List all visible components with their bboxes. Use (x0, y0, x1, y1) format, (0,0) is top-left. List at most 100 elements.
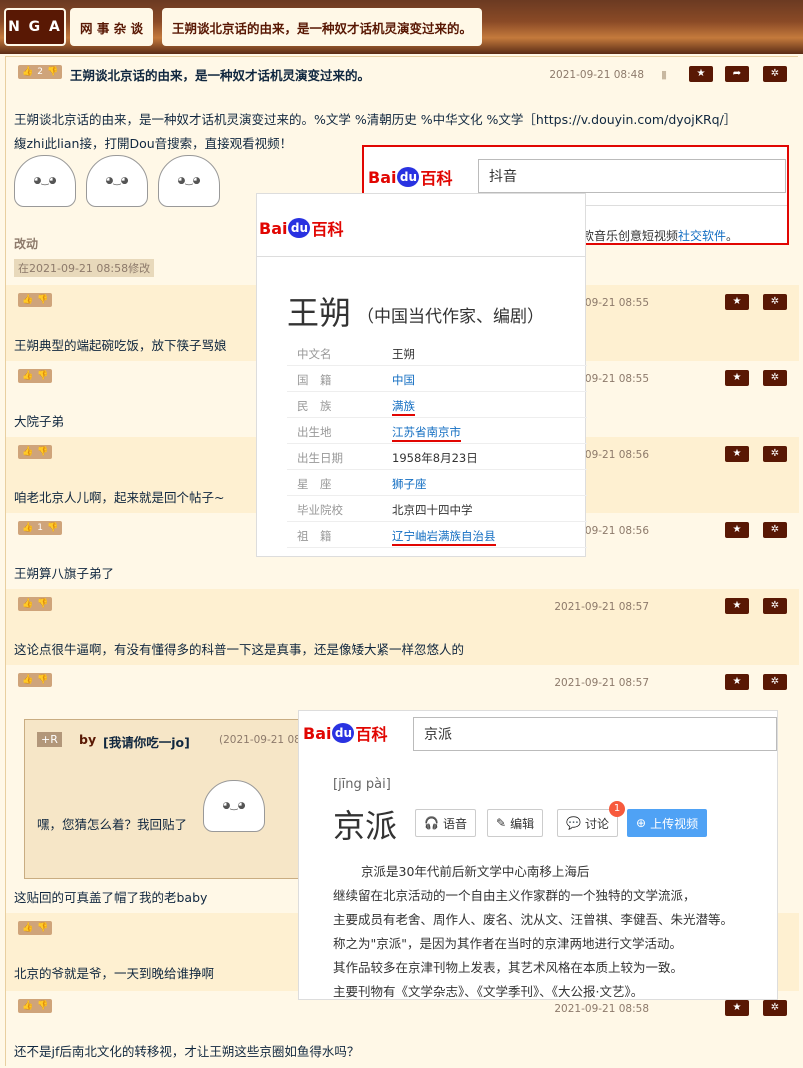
reply-text: 王朔典型的端起碗吃饭，放下筷子骂娘 (14, 338, 227, 353)
breadcrumb-topic[interactable]: 王朔谈北京话的由来，是一种奴才话机灵演变过来的。 (162, 8, 483, 46)
post-body-line1: 王朔谈北京话的由来，是一种奴才话机灵演变过来的。%文学 %清朝历史 %中华文化 … (14, 112, 737, 127)
star-button[interactable]: ★ (725, 674, 749, 690)
thumbs-up-icon[interactable]: 👍 (22, 999, 33, 1013)
vote-box[interactable]: 👍 👎 (18, 293, 53, 307)
baidu-logo: Bai du 百科 (303, 721, 388, 745)
summary-line: 主要成员有老舍、周作人、废名、沈从文、汪曾祺、李健吾、朱光潜等。 (333, 912, 734, 927)
thumbs-up-icon[interactable]: 👍 (22, 921, 33, 935)
upload-video-button[interactable]: ⊕ 上传视频 (627, 809, 708, 837)
thumbs-up-icon[interactable]: 👍 (22, 369, 33, 383)
edit-label: 改动 (14, 237, 39, 251)
baidu-logo-text: Bai (303, 723, 332, 743)
info-key: 祖 籍 (297, 529, 332, 543)
star-button[interactable]: ★ (725, 294, 749, 310)
thumbs-down-icon[interactable]: 👎 (47, 65, 58, 79)
quote-user[interactable]: [我请你吃一jo] (103, 732, 190, 751)
settings-button[interactable]: ✲ (763, 522, 787, 538)
share-button[interactable]: ➦ (725, 66, 749, 82)
vote-box[interactable]: 👍 👎 (18, 999, 53, 1013)
settings-button[interactable]: ✲ (763, 598, 787, 614)
thumbs-down-icon[interactable]: 👎 (37, 597, 48, 611)
nga-logo[interactable]: N G A (4, 8, 66, 46)
thumbs-up-icon[interactable]: 👍 (22, 521, 33, 535)
thumbs-up-icon[interactable]: 👍 (22, 597, 33, 611)
vote-box[interactable]: 👍 1 👎 (18, 521, 63, 535)
vote-box[interactable]: 👍 👎 (18, 445, 53, 459)
reply-text: 这贴回的可真盖了帽了我的老baby (14, 890, 208, 905)
thumbs-down-icon[interactable]: 👎 (37, 293, 48, 307)
paw-icon: du (332, 723, 355, 743)
snippet-link[interactable]: 社交软件 (678, 229, 726, 243)
info-value[interactable]: 江苏省南京市 (392, 424, 461, 442)
plus-circle-icon: ⊕ (636, 816, 647, 830)
info-value[interactable]: 中国 (392, 372, 415, 388)
reply-text: 还不是jf后南北文化的转移视，才让王朔这些京圈如鱼得水吗？ (14, 1044, 360, 1059)
star-button[interactable]: ★ (725, 1000, 749, 1016)
star-button[interactable]: ★ (725, 446, 749, 462)
thumbs-up-icon[interactable]: 👍 (22, 65, 33, 79)
summary-line: 称之为"京派"，是因为其作者在当时的京津两地进行文学活动。 (333, 936, 683, 951)
sticker-image: ◕‿◕ (86, 155, 148, 207)
reply-text: 王朔算八旗子弟了 (14, 566, 115, 581)
thumbs-up-icon[interactable]: 👍 (22, 445, 33, 459)
settings-button[interactable]: ✲ (763, 66, 787, 82)
baidu-wangshuo-screenshot: Bai du 百科 王朔 （中国当代作家、编剧） 中文名 王朔 国 籍 中国 民 族 满族… (256, 193, 587, 557)
top-banner: N G A 网 事 杂 谈 王朔谈北京话的由来，是一种奴才话机灵演变过来的。 (0, 0, 803, 54)
info-value[interactable]: 满族 (392, 398, 415, 416)
reply-text: 北京的爷就是爷，一天到晚给谁挣啊 (14, 966, 215, 981)
upload-label: 上传视频 (650, 816, 699, 831)
info-row: 毕业院校 北京四十四中学 (287, 496, 587, 522)
voice-label: 语音 (442, 816, 467, 831)
vote-box[interactable]: 👍 👎 (18, 673, 53, 687)
quote-block: +R by [我请你吃一jo] (2021-09-21 08 嘿，您猜怎么着？我… (24, 719, 324, 879)
reply-date: 2021-09-21 08:57 (554, 677, 649, 689)
quote-date: (2021-09-21 08 (219, 734, 301, 746)
reply-date: 2021-09-21 08:57 (554, 601, 649, 613)
search-input[interactable]: 抖音 (478, 159, 786, 193)
summary-line: 京派是30年代前后新文学中心南移上海后 (361, 864, 590, 879)
post-title: 王朔谈北京话的由来，是一种奴才话机灵演变过来的。 (70, 68, 371, 83)
thumbs-up-icon[interactable]: 👍 (22, 293, 33, 307)
vote-count: 2 (37, 67, 43, 77)
info-row: 星 座 狮子座 (287, 470, 587, 496)
discuss-count-badge: 1 (609, 801, 625, 817)
thumbs-down-icon[interactable]: 👎 (47, 521, 58, 535)
reply-date: 2021-09-21 08:58 (554, 1003, 649, 1015)
baidu-logo: Bai du 百科 (259, 216, 344, 240)
summary-line: 主要刊物有《文学杂志》、《文学季刊》、《大公报·文艺》。 (333, 984, 644, 999)
settings-button[interactable]: ✲ (763, 1000, 787, 1016)
settings-button[interactable]: ✲ (763, 370, 787, 386)
vote-box[interactable]: 👍 👎 (18, 597, 53, 611)
info-value[interactable]: 辽宁岫岩满族自治县 (392, 528, 496, 546)
settings-button[interactable]: ✲ (763, 294, 787, 310)
settings-button[interactable]: ✲ (763, 674, 787, 690)
star-button[interactable]: ★ (725, 598, 749, 614)
info-row: 中文名 王朔 (287, 340, 587, 366)
thumbs-up-icon[interactable]: 👍 (22, 673, 33, 687)
discuss-button[interactable]: 💬 讨论 (557, 809, 618, 837)
reply: 👍 👎 2021-09-21 08:58 ★ ✲ 还不是jf后南北文化的转移视，才… (6, 991, 799, 1067)
voice-button[interactable]: 🎧 语音 (415, 809, 476, 837)
paw-icon: du (397, 167, 420, 187)
thumbs-down-icon[interactable]: 👎 (37, 673, 48, 687)
info-row: 出生地 江苏省南京市 (287, 418, 587, 444)
thumbs-down-icon[interactable]: 👎 (37, 445, 48, 459)
settings-button[interactable]: ✲ (763, 446, 787, 462)
breadcrumb-forum[interactable]: 网 事 杂 谈 (70, 8, 154, 46)
star-button[interactable]: ★ (689, 66, 713, 82)
search-input[interactable]: 京派 (413, 717, 777, 751)
summary-line: 其作品较多在京津刊物上发表，其艺术风格在本质上较为一致。 (333, 960, 684, 975)
vote-box[interactable]: 👍 👎 (18, 921, 53, 935)
info-value: 王朔 (392, 347, 415, 361)
vote-box[interactable]: 👍 2 👎 (18, 65, 63, 79)
info-value[interactable]: 狮子座 (392, 476, 427, 492)
pinyin: [jīng pài] (333, 777, 391, 792)
vote-box[interactable]: 👍 👎 (18, 369, 53, 383)
thumbs-down-icon[interactable]: 👎 (37, 999, 48, 1013)
star-button[interactable]: ★ (725, 370, 749, 386)
thumbs-down-icon[interactable]: 👎 (37, 921, 48, 935)
thumbs-down-icon[interactable]: 👎 (37, 369, 48, 383)
star-button[interactable]: ★ (725, 522, 749, 538)
info-value: 北京四十四中学 (392, 503, 473, 517)
edit-button[interactable]: ✎ 编辑 (487, 809, 544, 837)
